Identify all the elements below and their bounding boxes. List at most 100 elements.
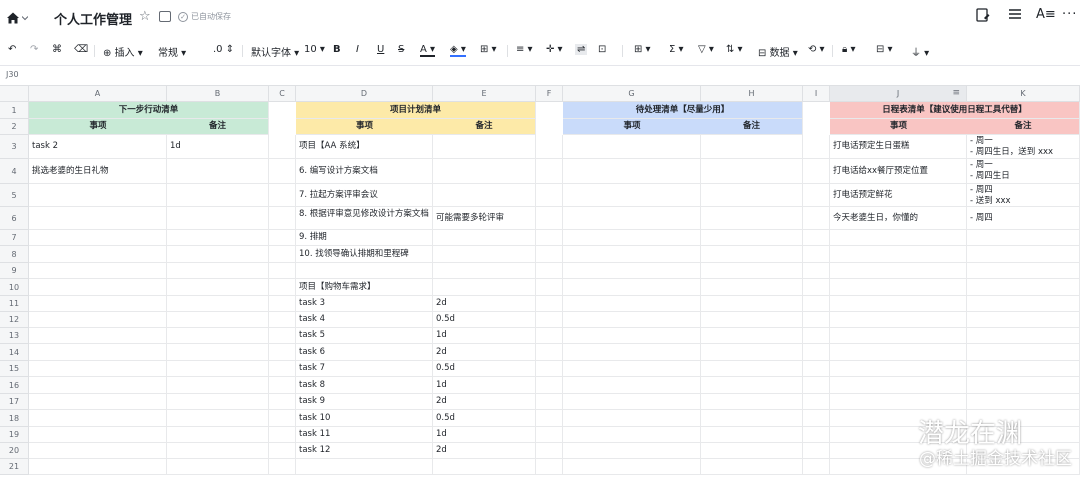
cell-a7[interactable]: [29, 230, 167, 246]
cell-c8[interactable]: [269, 246, 296, 263]
column-header-c[interactable]: C: [269, 86, 296, 102]
merge-cells-icon[interactable]: ⊡: [598, 44, 606, 55]
cell-f6[interactable]: [536, 207, 563, 230]
row-header-14[interactable]: 14: [0, 344, 29, 361]
cell-j3[interactable]: 打电话预定生日蛋糕: [830, 135, 967, 159]
cell-b10[interactable]: [167, 279, 269, 296]
cell-d9[interactable]: [296, 263, 433, 279]
cell-j16[interactable]: [830, 377, 967, 394]
redo-icon[interactable]: ↷: [30, 44, 38, 55]
filter-icon[interactable]: ▽ ▾: [698, 44, 714, 55]
cell-c9[interactable]: [269, 263, 296, 279]
star-icon[interactable]: ☆: [139, 9, 151, 24]
cell-b3[interactable]: 1d: [167, 135, 269, 159]
row-header-13[interactable]: 13: [0, 328, 29, 344]
cell-i20[interactable]: [803, 443, 830, 459]
row-header-17[interactable]: 17: [0, 394, 29, 410]
cell-g15[interactable]: [563, 361, 701, 377]
cell-e13[interactable]: 1d: [433, 328, 536, 344]
cell-f9[interactable]: [536, 263, 563, 279]
column-menu-icon[interactable]: ≡: [952, 86, 960, 101]
cell-f5[interactable]: [536, 184, 563, 207]
cell-j17[interactable]: [830, 394, 967, 410]
cell-k5[interactable]: - 周四 - 送到 xxx: [967, 184, 1080, 207]
font-family-select[interactable]: 默认字体 ▾: [251, 44, 299, 59]
cell-j4[interactable]: 打电话给xx餐厅预定位置: [830, 159, 967, 184]
insert-button[interactable]: ⊕ 插入 ▾: [103, 44, 143, 59]
cell-j12[interactable]: [830, 312, 967, 328]
underline-icon[interactable]: U: [377, 44, 384, 55]
cell-g13[interactable]: [563, 328, 701, 344]
spreadsheet-grid[interactable]: A B C D E F G H I J ≡ K 1 2 3 4 5 6 7 8 9 10 11 12 13 14 15 16 17 18 1…: [0, 86, 1080, 478]
cell-c10[interactable]: [269, 279, 296, 296]
cell-a12[interactable]: [29, 312, 167, 328]
cell-c19[interactable]: [269, 427, 296, 443]
section-col-item[interactable]: 事项: [29, 119, 167, 135]
border-icon[interactable]: ⊞ ▾: [480, 44, 497, 55]
cell-c20[interactable]: [269, 443, 296, 459]
lock-icon[interactable]: 🔒︎ ▾: [842, 44, 856, 55]
cell-f7[interactable]: [536, 230, 563, 246]
cell-i16[interactable]: [803, 377, 830, 394]
cell-j10[interactable]: [830, 279, 967, 296]
section-col-item[interactable]: 事项: [296, 119, 433, 135]
cell-f12[interactable]: [536, 312, 563, 328]
cell-a20[interactable]: [29, 443, 167, 459]
cell-g21[interactable]: [563, 459, 701, 475]
row-header-2[interactable]: 2: [0, 119, 29, 135]
move-to-folder-icon[interactable]: [159, 11, 171, 22]
cell-i14[interactable]: [803, 344, 830, 361]
cell-a6[interactable]: [29, 207, 167, 230]
cell-d3[interactable]: 项目【AA 系统】: [296, 135, 433, 159]
cell-g8[interactable]: [563, 246, 701, 263]
cell-a5[interactable]: [29, 184, 167, 207]
decimal-stepper[interactable]: .0 ⇕: [213, 44, 234, 55]
row-header-20[interactable]: 20: [0, 443, 29, 459]
sum-icon[interactable]: Σ ▾: [669, 44, 684, 55]
select-all-corner[interactable]: [0, 86, 29, 102]
row-header-21[interactable]: 21: [0, 459, 29, 475]
cell-b15[interactable]: [167, 361, 269, 377]
row-header-15[interactable]: 15: [0, 361, 29, 377]
cell-d6[interactable]: 8. 根据评审意见修改设计方案文档: [296, 207, 433, 230]
cell-d5[interactable]: 7. 拉起方案评审会议: [296, 184, 433, 207]
cell-e6[interactable]: 可能需要多轮评审: [433, 207, 536, 230]
cell-a11[interactable]: [29, 296, 167, 312]
cell-f10[interactable]: [536, 279, 563, 296]
section-title-project-plan[interactable]: 项目计划清单: [296, 102, 536, 119]
cell-i3[interactable]: [803, 135, 830, 159]
cell-a21[interactable]: [29, 459, 167, 475]
cell-c14[interactable]: [269, 344, 296, 361]
cell-e19[interactable]: 1d: [433, 427, 536, 443]
cell-d19[interactable]: task 11: [296, 427, 433, 443]
column-header-a[interactable]: A: [29, 86, 167, 102]
cell-i9[interactable]: [803, 263, 830, 279]
cell-b21[interactable]: [167, 459, 269, 475]
cell-f11[interactable]: [536, 296, 563, 312]
cell-g14[interactable]: [563, 344, 701, 361]
cell-k14[interactable]: [967, 344, 1080, 361]
cell-k12[interactable]: [967, 312, 1080, 328]
cell-f17[interactable]: [536, 394, 563, 410]
cell-c7[interactable]: [269, 230, 296, 246]
cell-g7[interactable]: [563, 230, 701, 246]
cell-d15[interactable]: task 7: [296, 361, 433, 377]
cell-d17[interactable]: task 9: [296, 394, 433, 410]
cell-k6[interactable]: - 周四: [967, 207, 1080, 230]
cell-e17[interactable]: 2d: [433, 394, 536, 410]
section-title-schedule[interactable]: 日程表清单【建议使用日程工具代替】: [830, 102, 1080, 119]
column-header-j[interactable]: J ≡: [830, 86, 967, 102]
conditional-format-icon[interactable]: ⟲ ▾: [808, 44, 825, 55]
row-header-10[interactable]: 10: [0, 279, 29, 296]
cell-f8[interactable]: [536, 246, 563, 263]
cell-d16[interactable]: task 8: [296, 377, 433, 394]
cell-d8[interactable]: 10. 找领导确认排期和里程碑: [296, 246, 433, 263]
cell-a10[interactable]: [29, 279, 167, 296]
cell-k8[interactable]: [967, 246, 1080, 263]
cell-i21[interactable]: [803, 459, 830, 475]
cell-j11[interactable]: [830, 296, 967, 312]
section-col-item[interactable]: 事项: [830, 119, 967, 135]
cell-c21[interactable]: [269, 459, 296, 475]
cell-j7[interactable]: [830, 230, 967, 246]
cell-c4[interactable]: [269, 159, 296, 184]
